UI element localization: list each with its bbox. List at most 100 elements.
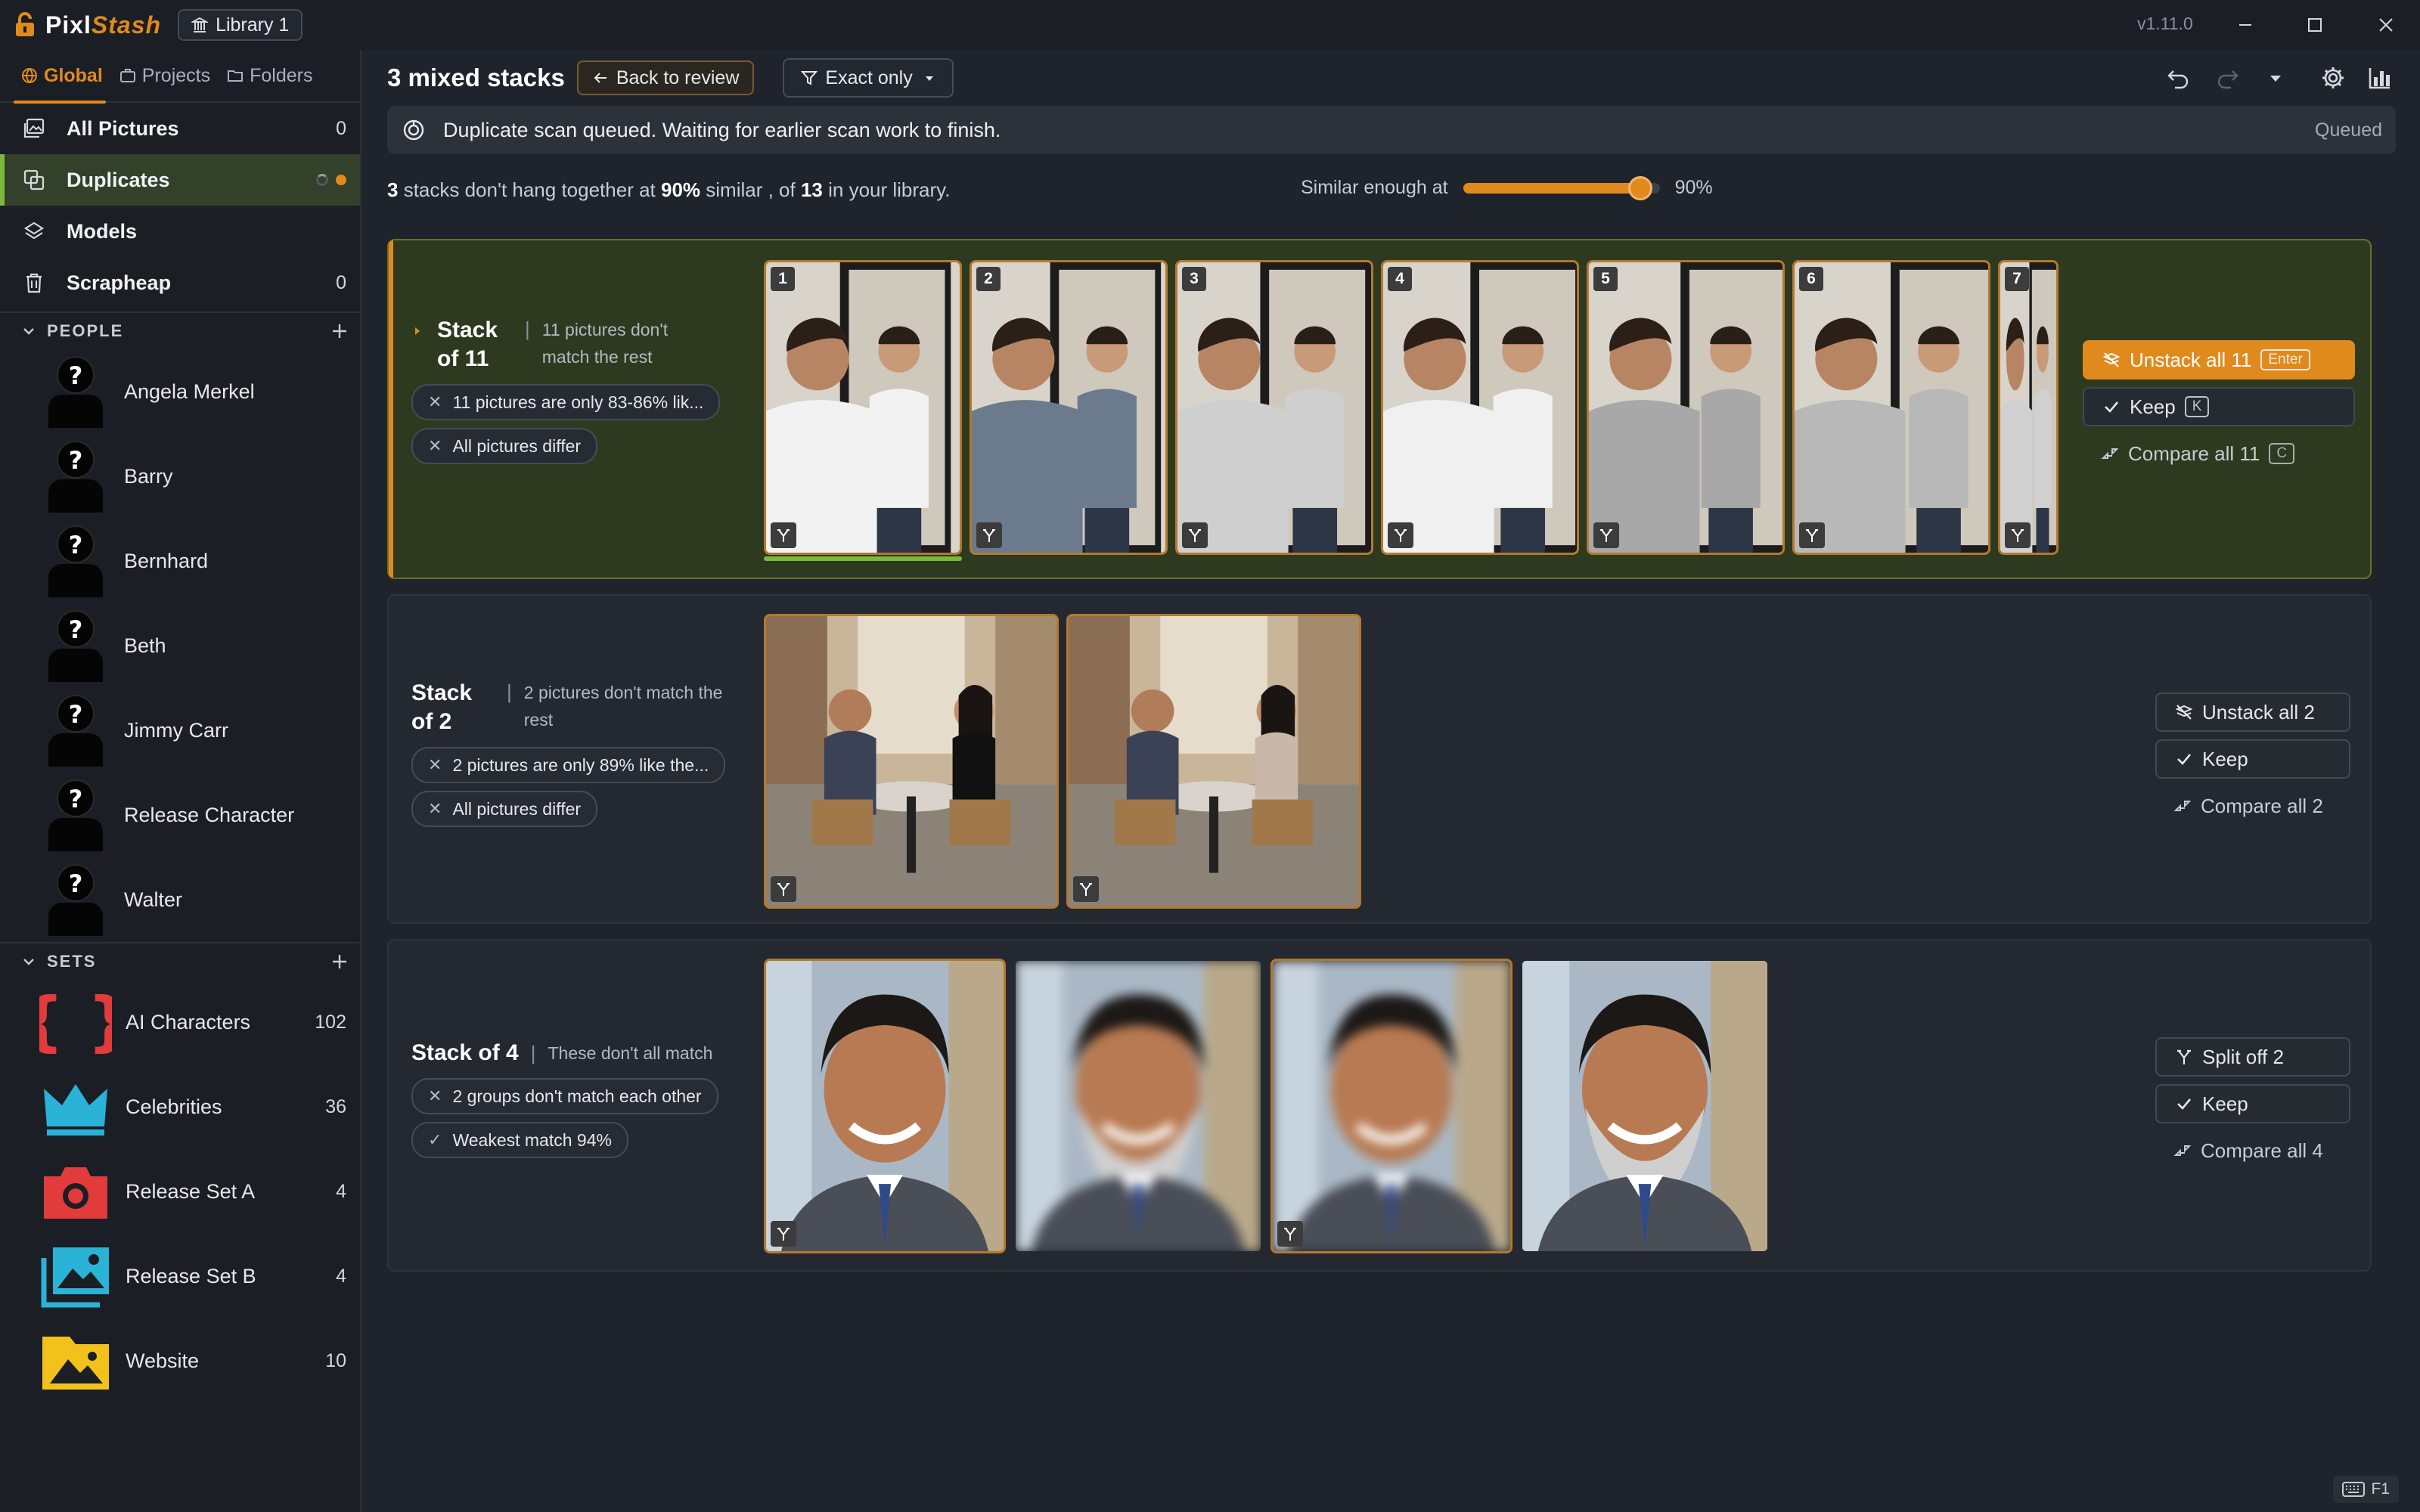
match-chip[interactable]: ✓ Weakest match 94% [411,1122,628,1158]
sidebar-person[interactable]: ? Barry [0,434,360,519]
minimize-button[interactable] [2229,9,2261,41]
split-off-thumb-button[interactable] [1073,876,1099,902]
arrow-left-icon [594,73,607,83]
slider-handle[interactable] [1627,175,1652,200]
library-selector[interactable]: Library 1 [178,9,303,41]
people-section-header[interactable]: PEOPLE [0,311,360,349]
stack-thumbnail[interactable]: 6 [1792,260,1990,555]
tab-folders[interactable]: Folders [227,49,312,102]
compare-all-button[interactable]: Compare all 11 C [2083,434,2355,473]
sets-section-header[interactable]: SETS [0,942,360,980]
compare-all-button[interactable]: Compare all 4 [2155,1131,2350,1170]
stack-thumbnail[interactable] [1270,959,1512,1253]
svg-text:?: ? [69,700,83,729]
sidebar-person[interactable]: ? Bernhard [0,519,360,603]
issue-chip[interactable]: ✕ All pictures differ [411,428,598,464]
stack-thumbnail[interactable] [764,614,1059,909]
keyboard-help-button[interactable]: F1 [2333,1476,2399,1503]
bar-chart-icon [2369,68,2390,89]
stack-thumbnail[interactable] [1520,959,1770,1253]
sidebar-set[interactable]: Celebrities 36 [0,1064,360,1149]
split-icon [1080,883,1092,896]
unstack-all-button[interactable]: Unstack all 2 [2155,692,2350,732]
split-off-thumb-button[interactable] [771,522,796,548]
layers-icon [23,222,45,240]
stack-info: Stack of 11 | 11 pictures don't match th… [411,316,744,464]
svg-text:?: ? [69,869,83,898]
split-off-thumb-button[interactable] [1182,522,1208,548]
stack-card[interactable]: Stack of 11 | 11 pictures don't match th… [387,239,2372,579]
issue-chip[interactable]: ✕ 2 pictures are only 89% like the... [411,747,726,783]
sidebar-person[interactable]: ? Release Character [0,773,360,857]
sidebar-item-duplicates[interactable]: Duplicates [0,154,360,206]
split-off-thumb-button[interactable] [1277,1221,1303,1247]
stack-card[interactable]: Stack of 2 | 2 pictures don't match the … [387,594,2372,924]
tab-folders-label: Folders [250,64,313,86]
issue-chip[interactable]: ✕ All pictures differ [411,791,598,827]
match-filter-dropdown[interactable]: Exact only [783,58,954,98]
sidebar-item-models[interactable]: Models [0,206,360,257]
stack-thumbnail[interactable] [1013,959,1263,1253]
split-off-thumb-button[interactable] [771,1221,796,1247]
stack-thumbnail[interactable]: 2 [970,260,1168,555]
sets-list: { } AI Characters 102 Celebrities 36 Release … [0,980,360,1403]
sidebar-item-count: 0 [336,117,346,139]
sidebar-item-scrapheap[interactable]: Scrapheap 0 [0,257,360,308]
stack-thumbnail[interactable]: 1 [764,260,962,555]
stack-card[interactable]: Stack of 4 | These don't all match ✕ 2 gr… [387,939,2372,1272]
split-off-thumb-button[interactable] [2005,522,2031,548]
sidebar-item-all-pictures[interactable]: All Pictures 0 [0,103,360,154]
stack-thumbnail[interactable]: 7 [1998,260,2059,555]
sidebar-set[interactable]: Release Set A 4 [0,1149,360,1234]
sidebar-person[interactable]: ? Angela Merkel [0,349,360,434]
compare-all-button[interactable]: Compare all 2 [2155,786,2350,826]
compare-icon [2173,801,2192,811]
person-avatar-icon: ? [48,779,103,851]
sidebar-item-label: Duplicates [67,168,170,191]
stack-thumbnail[interactable] [1066,614,1361,909]
person-name: Jimmy Carr [124,718,228,742]
stack-thumbnail[interactable]: 5 [1587,260,1785,555]
split-off-thumb-button[interactable] [771,876,796,902]
sidebar-set[interactable]: Release Set B 4 [0,1234,360,1318]
button-label: Split off 2 [2202,1045,2284,1068]
close-button[interactable] [2370,9,2402,41]
similarity-slider[interactable] [1463,175,1660,200]
stack-thumbnail[interactable]: 4 [1381,260,1579,555]
unstack-all-button[interactable]: Unstack all 11 Enter [2083,340,2355,380]
sidebar-person[interactable]: ? Jimmy Carr [0,688,360,773]
similarity-control: Similar enough at 90% [1301,175,1713,200]
split-off-thumb-button[interactable] [1593,522,1619,548]
back-to-review-button[interactable]: Back to review [576,60,755,95]
maximize-button[interactable] [2299,9,2331,41]
thumbnail-image [766,262,960,553]
add-set-icon[interactable] [330,952,349,971]
stack-thumbnail[interactable] [764,959,1006,1253]
thumbnail-image [2000,262,2056,553]
sidebar-set[interactable]: { } AI Characters 102 [0,980,360,1064]
keep-button[interactable]: Keep [2155,1084,2350,1123]
add-person-icon[interactable] [330,321,349,341]
stats-button[interactable] [2364,62,2396,94]
issue-chip[interactable]: ✕ 2 groups don't match each other [411,1078,718,1114]
settings-button[interactable] [2317,62,2349,94]
tab-projects[interactable]: Projects [119,49,210,102]
split-off-thumb-button[interactable] [1799,522,1825,548]
history-dropdown-button[interactable] [2260,62,2291,94]
redo-button[interactable] [2211,62,2243,94]
chevron-right-icon[interactable] [411,325,424,337]
sidebar-person[interactable]: ? Walter [0,857,360,942]
split-off-thumb-button[interactable] [976,522,1002,548]
stack-thumbnail[interactable]: 3 [1175,260,1373,555]
sidebar-person[interactable]: ? Beth [0,603,360,688]
undo-button[interactable] [2163,62,2195,94]
keep-button[interactable]: Keep [2155,739,2350,779]
keep-button[interactable]: Keep K [2083,387,2355,426]
globe-icon [22,68,37,83]
issue-chip[interactable]: ✕ 11 pictures are only 83-86% lik... [411,384,721,420]
tab-global[interactable]: Global [14,49,106,104]
banner-message: Duplicate scan queued. Waiting for earli… [443,118,1001,141]
split-off-button[interactable]: Split off 2 [2155,1037,2350,1077]
split-off-thumb-button[interactable] [1388,522,1413,548]
sidebar-set[interactable]: Website 10 [0,1318,360,1403]
